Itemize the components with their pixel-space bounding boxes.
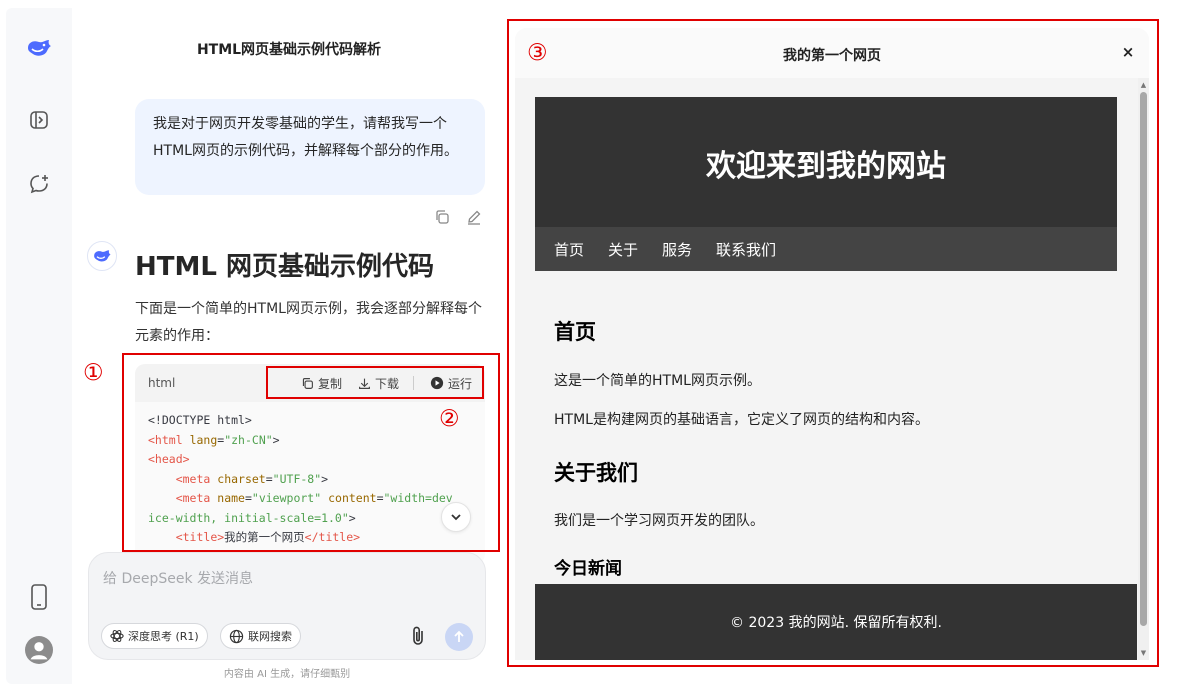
copy-icon[interactable] bbox=[432, 207, 452, 227]
annotation-box-3 bbox=[507, 19, 1159, 667]
annotation-marker-1: ① bbox=[83, 360, 104, 386]
ai-heading: HTML 网页基础示例代码 bbox=[135, 252, 434, 282]
web-search-toggle[interactable]: 联网搜索 bbox=[220, 623, 301, 649]
sidebar-toggle-icon[interactable] bbox=[25, 106, 53, 134]
web-search-label: 联网搜索 bbox=[248, 630, 292, 643]
attach-icon[interactable] bbox=[407, 625, 429, 647]
annotation-marker-2: ② bbox=[439, 406, 460, 432]
new-chat-icon[interactable] bbox=[25, 170, 53, 198]
chat-title: HTML网页基础示例代码解析 bbox=[196, 42, 382, 58]
annotation-box-2 bbox=[266, 366, 484, 399]
chat-panel: HTML网页基础示例代码解析 我是对于网页开发零基础的学生，请帮我写一个HTML… bbox=[72, 8, 506, 684]
icon-rail bbox=[6, 8, 72, 684]
message-input-placeholder: 给 DeepSeek 发送消息 bbox=[103, 571, 254, 587]
atom-icon bbox=[110, 630, 124, 642]
annotation-marker-3: ③ bbox=[527, 40, 548, 66]
ai-intro: 下面是一个简单的HTML网页示例，我会逐部分解释每个元素的作用： bbox=[135, 301, 482, 344]
ai-avatar-icon bbox=[87, 241, 117, 271]
deepseek-logo-icon[interactable] bbox=[25, 34, 53, 62]
message-input-box[interactable]: 给 DeepSeek 发送消息 深度思考 (R1) 联网搜索 bbox=[88, 552, 486, 660]
phone-icon[interactable] bbox=[25, 583, 53, 611]
edit-icon[interactable] bbox=[464, 207, 484, 227]
deep-think-label: 深度思考 (R1) bbox=[128, 630, 199, 643]
user-message: 我是对于网页开发零基础的学生，请帮我写一个HTML网页的示例代码，并解释每个部分… bbox=[135, 99, 485, 195]
arrow-up-icon bbox=[454, 630, 464, 642]
send-button[interactable] bbox=[445, 623, 473, 651]
deep-think-toggle[interactable]: 深度思考 (R1) bbox=[101, 623, 208, 649]
globe-icon bbox=[229, 629, 244, 643]
ai-disclaimer: 内容由 AI 生成，请仔细甄别 bbox=[223, 669, 351, 680]
user-avatar[interactable] bbox=[25, 636, 53, 664]
